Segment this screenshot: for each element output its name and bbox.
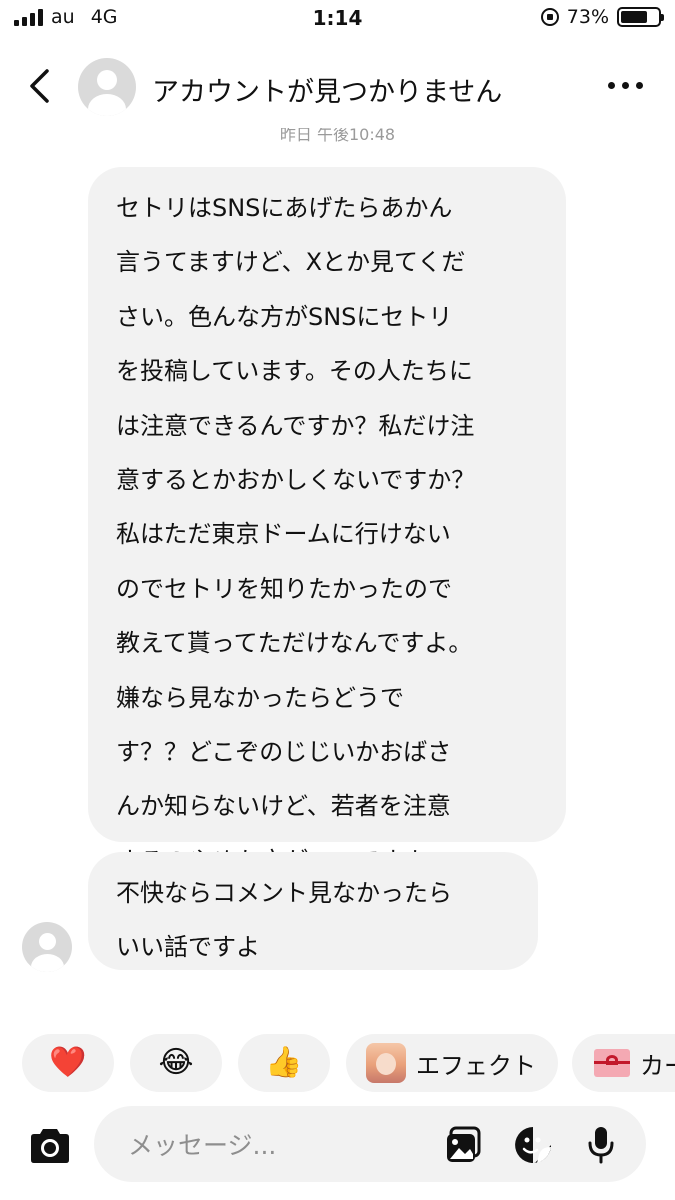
tears-of-joy-icon: 😂 <box>158 1045 194 1080</box>
message-line: す？？どこぞのじじいかおばさ <box>116 738 452 767</box>
microphone-icon <box>588 1127 614 1164</box>
voice-button[interactable] <box>580 1124 622 1166</box>
more-options-icon[interactable] <box>608 82 643 89</box>
message-line: のでセトリを知りたかったので <box>116 574 452 603</box>
reaction-heart-button[interactable]: ❤️ <box>22 1034 114 1092</box>
effect-thumbnail-icon <box>366 1043 406 1083</box>
message-line: 言うてますけど、Xとか見てくだ <box>116 248 466 277</box>
sticker-icon <box>515 1127 551 1163</box>
avatar[interactable] <box>78 58 136 116</box>
orientation-lock-icon <box>540 8 559 26</box>
message-line: 不快ならコメント見なかったら <box>116 879 452 907</box>
gallery-button[interactable] <box>444 1124 486 1166</box>
message-line: は注意できるんですか？私だけ注 <box>116 411 475 440</box>
quick-reactions-bar: ❤️ 😂 👍 エフェクト カード <box>22 1034 675 1092</box>
heart-icon: ❤️ <box>49 1045 87 1080</box>
message-line: んか知らないけど、若者を注意 <box>116 792 451 821</box>
effect-button[interactable]: エフェクト <box>346 1034 558 1092</box>
message-line: 教えて貰ってただけなんですよ。 <box>116 629 473 658</box>
camera-button[interactable] <box>26 1122 74 1170</box>
status-bar: au 4G 1:14 73% <box>0 0 675 40</box>
sender-avatar[interactable] <box>22 922 72 972</box>
message-bubble[interactable]: 不快ならコメント見なかったら いい話ですよ <box>88 852 538 970</box>
reaction-thumbs-up-button[interactable]: 👍 <box>238 1034 330 1092</box>
card-button[interactable]: カード <box>572 1034 675 1092</box>
message-bubble[interactable]: セトリはSNSにあげたらあかん 言うてますけど、Xとか見てくだ さい。色んな方が… <box>88 167 566 875</box>
chat-header: アカウントが見つかりません <box>0 48 675 128</box>
message-line: いい話ですよ <box>116 933 260 962</box>
timestamp-row: 昨日 午後10:48 <box>0 128 675 142</box>
message-line: を投稿しています。その人たちに <box>116 357 473 386</box>
message-composer[interactable] <box>94 1106 646 1182</box>
camera-icon <box>31 1129 69 1163</box>
timestamp: 昨日 午後10:48 <box>279 128 396 142</box>
message-line: 意するとかおかしくないですか？ <box>116 466 476 495</box>
reaction-laugh-button[interactable]: 😂 <box>130 1034 222 1092</box>
chevron-left-icon <box>30 69 49 103</box>
gallery-icon <box>447 1126 481 1162</box>
effect-label: エフェクト <box>416 1051 536 1080</box>
message-input[interactable] <box>126 1124 430 1166</box>
message-line: さい。色んな方がSNSにセトリ <box>116 302 453 331</box>
gift-card-icon <box>594 1049 630 1077</box>
message-line: 私はただ東京ドームに行けない <box>116 520 451 549</box>
battery-fill <box>621 11 648 23</box>
battery-percent: 73% <box>566 6 609 28</box>
battery-icon <box>617 7 664 27</box>
message-line: 嫌なら見なかったらどうで <box>116 683 404 712</box>
back-button[interactable] <box>20 66 60 106</box>
status-right: 73% <box>540 6 664 28</box>
sticker-button[interactable] <box>512 1124 554 1166</box>
page-title[interactable]: アカウントが見つかりません <box>152 70 502 109</box>
thumbs-up-icon: 👍 <box>265 1045 303 1080</box>
card-label: カード <box>640 1051 675 1080</box>
message-line: セトリはSNSにあげたらあかん <box>116 194 453 222</box>
